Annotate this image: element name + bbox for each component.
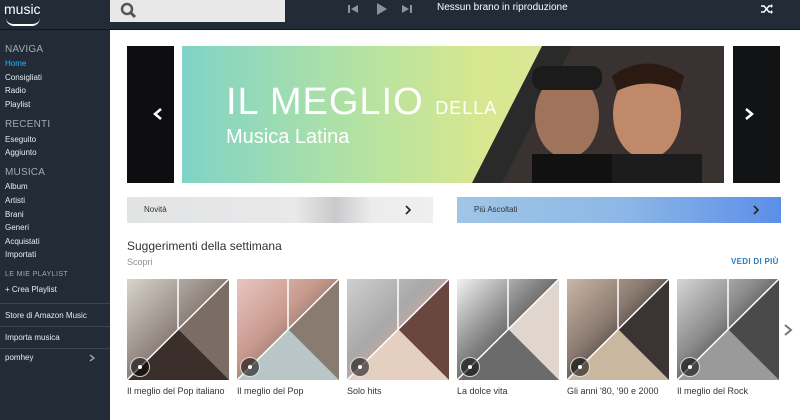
- top-bar: music Nessun brano in riproduzione: [0, 0, 800, 30]
- sidebar-item-acquistati[interactable]: Acquistati: [5, 237, 40, 246]
- carousel-prev-slide[interactable]: [127, 46, 174, 183]
- playlist-artwork[interactable]: [457, 279, 559, 380]
- see-more-link[interactable]: VEDI DI PIÙ: [731, 257, 779, 266]
- section-recenti: RECENTI: [5, 119, 51, 130]
- sidebar-item-store[interactable]: Store di Amazon Music: [5, 311, 87, 320]
- banner-subtitle: Musica Latina: [226, 126, 350, 148]
- radio-icon[interactable]: [680, 357, 700, 377]
- banner-title-main: IL MEGLIO: [226, 81, 424, 123]
- playlist-card[interactable]: La dolce vita: [457, 279, 559, 397]
- playlist-card-label[interactable]: La dolce vita: [457, 386, 559, 397]
- create-playlist-button[interactable]: + Crea Playlist: [5, 285, 57, 294]
- sidebar-item-aggiunto[interactable]: Aggiunto: [5, 148, 37, 157]
- sidebar-item-eseguito[interactable]: Eseguito: [5, 135, 36, 144]
- chevron-left-icon[interactable]: [151, 107, 165, 121]
- section-title: Suggerimenti della settimana: [127, 239, 282, 253]
- sidebar: NAVIGA Home Consigliati Radio Playlist R…: [0, 30, 110, 420]
- logo-text: music: [4, 1, 41, 17]
- carousel-next-slide[interactable]: [733, 46, 780, 183]
- now-playing-text: Nessun brano in riproduzione: [437, 2, 568, 13]
- sidebar-item-playlist[interactable]: Playlist: [5, 100, 30, 109]
- previous-icon[interactable]: [346, 2, 360, 16]
- amazon-music-logo[interactable]: music: [0, 0, 110, 30]
- divider: [0, 326, 110, 327]
- banner-artists-image: [472, 46, 724, 183]
- chevron-right-icon[interactable]: [742, 107, 756, 121]
- piu-ascoltati-button[interactable]: Più Ascoltati: [457, 197, 781, 223]
- novita-label: Novità: [144, 205, 167, 214]
- playlist-card[interactable]: Il meglio del Rock: [677, 279, 779, 397]
- banner-title: IL MEGLIO DELLA: [226, 81, 497, 124]
- divider: [0, 348, 110, 349]
- sidebar-item-brani[interactable]: Brani: [5, 210, 24, 219]
- smile-icon: [6, 18, 40, 26]
- next-icon[interactable]: [400, 2, 414, 16]
- hero-banner[interactable]: IL MEGLIO DELLA Musica Latina: [182, 46, 724, 183]
- playlist-card-label[interactable]: Il meglio del Pop italiano: [127, 386, 229, 397]
- search-icon[interactable]: [120, 2, 138, 20]
- playlist-card[interactable]: Gli anni '80, '90 e 2000: [567, 279, 669, 397]
- playlist-card[interactable]: Solo hits: [347, 279, 449, 397]
- playlist-card[interactable]: Il meglio del Pop: [237, 279, 339, 397]
- radio-icon[interactable]: [570, 357, 590, 377]
- novita-button[interactable]: Novità: [127, 197, 433, 223]
- radio-icon[interactable]: [460, 357, 480, 377]
- play-icon[interactable]: [373, 1, 389, 17]
- playlist-artwork[interactable]: [237, 279, 339, 380]
- section-naviga: NAVIGA: [5, 44, 44, 55]
- playlist-card-label[interactable]: Il meglio del Pop: [237, 386, 339, 397]
- banner-title-della: DELLA: [435, 98, 498, 118]
- radio-icon[interactable]: [130, 357, 150, 377]
- playlist-artwork[interactable]: [567, 279, 669, 380]
- sidebar-item-import[interactable]: Importa musica: [5, 333, 60, 342]
- chevron-right-icon[interactable]: [782, 323, 794, 337]
- playlist-artwork[interactable]: [677, 279, 779, 380]
- sidebar-item-album[interactable]: Album: [5, 182, 28, 191]
- piu-ascoltati-label: Più Ascoltati: [474, 205, 518, 214]
- section-subtitle: Scopri: [127, 257, 153, 267]
- user-menu[interactable]: pomhey: [5, 353, 33, 362]
- playlist-artwork[interactable]: [347, 279, 449, 380]
- playlist-card-label[interactable]: Gli anni '80, '90 e 2000: [567, 386, 669, 397]
- sidebar-item-importati[interactable]: Importati: [5, 250, 36, 259]
- chevron-right-icon: [405, 205, 412, 215]
- shuffle-icon[interactable]: [760, 2, 774, 16]
- sidebar-item-generi[interactable]: Generi: [5, 223, 29, 232]
- section-my-playlists: LE MIE PLAYLIST: [5, 271, 69, 278]
- radio-icon[interactable]: [350, 357, 370, 377]
- playlist-card-label[interactable]: Solo hits: [347, 386, 449, 397]
- chevron-right-icon[interactable]: [88, 354, 96, 362]
- sidebar-item-consigliati[interactable]: Consigliati: [5, 73, 42, 82]
- search-input[interactable]: [110, 0, 285, 22]
- radio-icon[interactable]: [240, 357, 260, 377]
- sidebar-item-artisti[interactable]: Artisti: [5, 196, 25, 205]
- sidebar-item-radio[interactable]: Radio: [5, 86, 26, 95]
- sidebar-item-home[interactable]: Home: [5, 59, 26, 68]
- main-content: IL MEGLIO DELLA Musica Latina Novità Più…: [110, 30, 800, 420]
- playlist-card-label[interactable]: Il meglio del Rock: [677, 386, 779, 397]
- playlist-artwork[interactable]: [127, 279, 229, 380]
- divider: [0, 303, 110, 304]
- section-musica: MUSICA: [5, 167, 46, 178]
- playlist-card[interactable]: Il meglio del Pop italiano: [127, 279, 229, 397]
- chevron-right-icon: [753, 205, 760, 215]
